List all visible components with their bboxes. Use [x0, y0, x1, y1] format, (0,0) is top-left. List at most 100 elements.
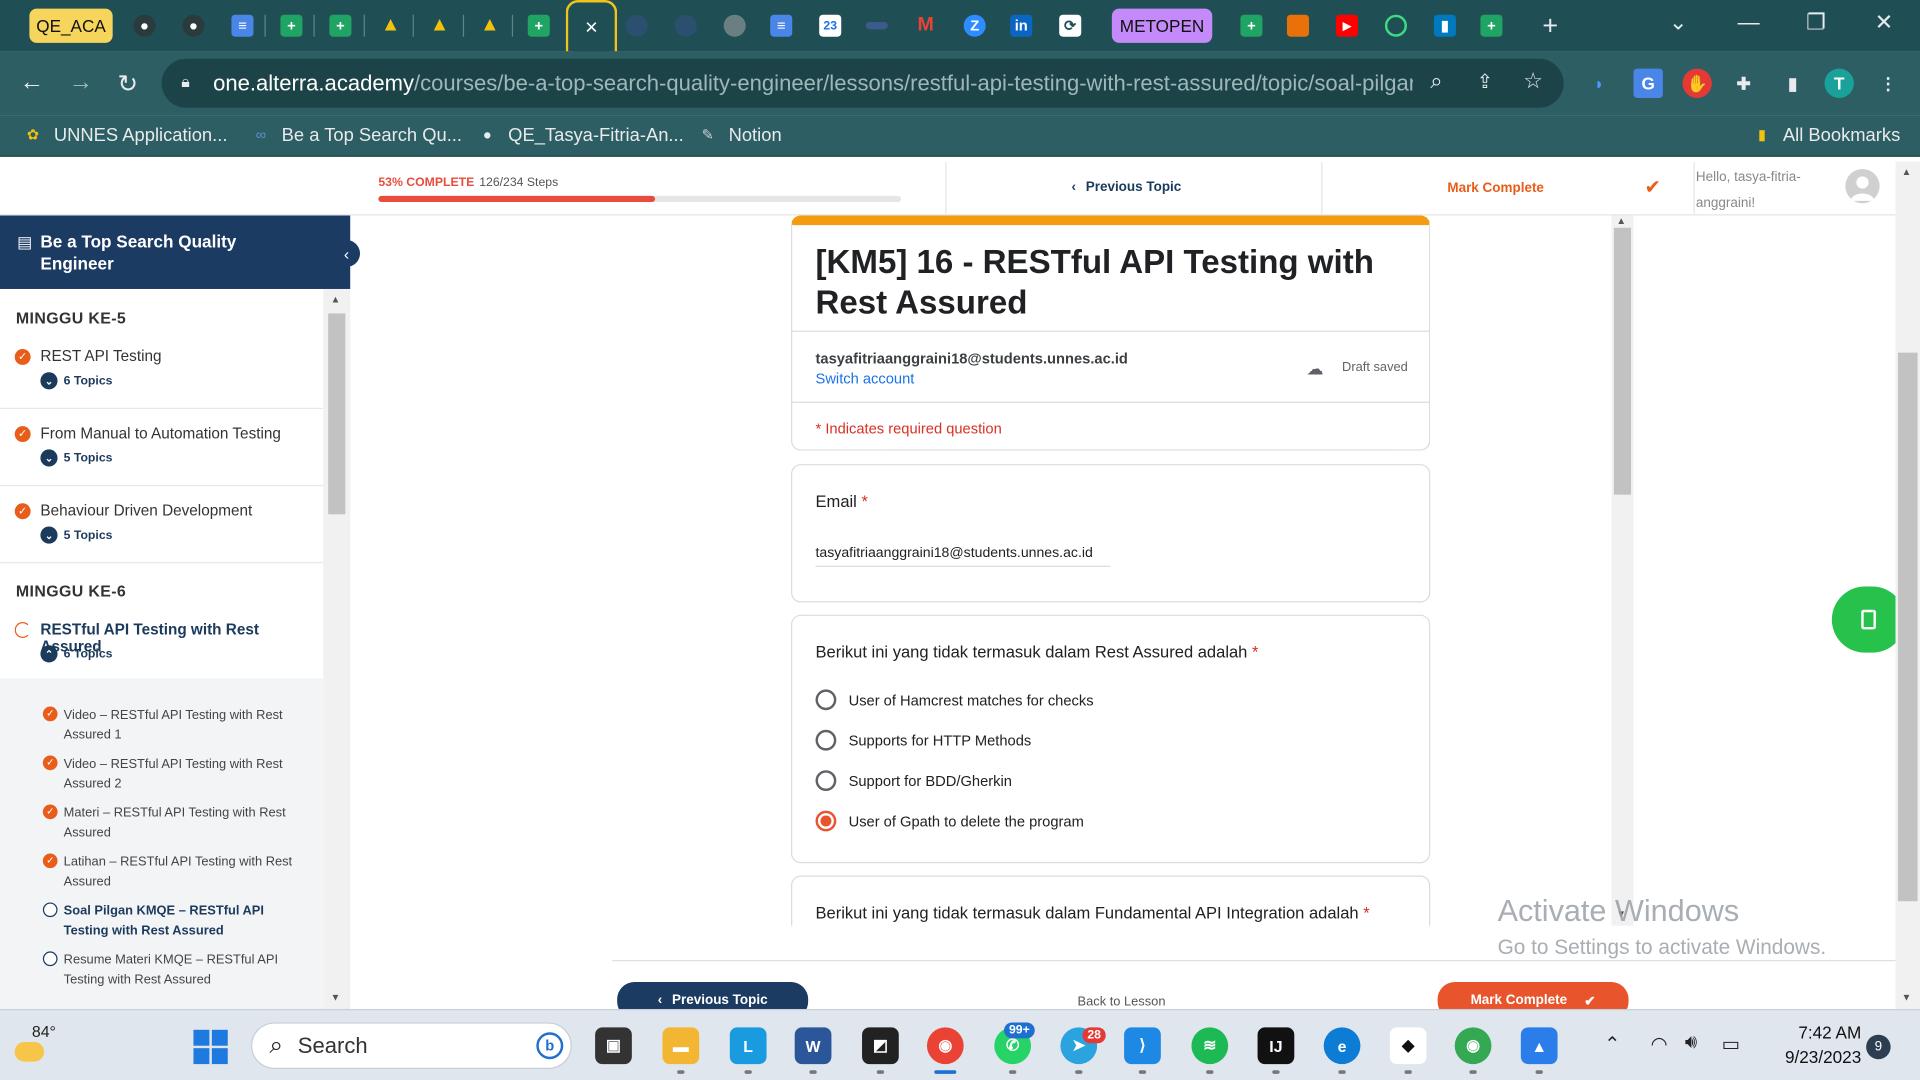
radio-option[interactable]: User of Hamcrest matches for checks: [815, 689, 1094, 711]
youtube-tab-icon[interactable]: ▶: [1332, 7, 1361, 44]
scroll-down-icon[interactable]: ▼: [1902, 992, 1912, 1003]
start-button[interactable]: [193, 1029, 228, 1065]
url-text[interactable]: one.alterra.academy/courses/be-a-top-sea…: [213, 70, 1413, 96]
github-tab-icon[interactable]: ●: [130, 7, 159, 44]
lock-icon[interactable]: 🔒︎: [181, 72, 189, 92]
email-field[interactable]: tasyafitriaanggraini18@students.unnes.ac…: [815, 546, 1111, 567]
calendar-tab-icon[interactable]: 23: [816, 7, 845, 44]
radio-option[interactable]: Support for BDD/Gherkin: [815, 770, 1012, 792]
close-window-icon[interactable]: ✕: [1875, 10, 1893, 36]
drive-tab-icon[interactable]: ▲: [475, 7, 504, 44]
share-icon[interactable]: ⇪: [1477, 70, 1493, 94]
side-panel-icon[interactable]: ▮: [1778, 69, 1807, 98]
site-tab-icon[interactable]: [671, 7, 700, 44]
radio-option-selected[interactable]: User of Gpath to delete the program: [815, 810, 1084, 832]
restore-icon[interactable]: ❐: [1806, 10, 1826, 36]
lesson-item[interactable]: ✓ REST API Testing ⌄ 6 Topics: [0, 348, 324, 409]
word-icon[interactable]: W: [794, 1027, 832, 1065]
radio-button[interactable]: [815, 689, 837, 711]
profile-avatar[interactable]: T: [1824, 68, 1854, 98]
spotify-icon[interactable]: ≋: [1191, 1027, 1229, 1065]
bing-icon[interactable]: b: [536, 1032, 564, 1060]
lesson-title[interactable]: REST API Testing: [40, 348, 161, 365]
volume-icon[interactable]: 🔊︎: [1685, 1032, 1697, 1054]
zoom-icon[interactable]: ⌕: [1430, 69, 1442, 95]
intellij-icon[interactable]: IJ: [1257, 1027, 1295, 1065]
avatar[interactable]: [1845, 168, 1880, 204]
photos-icon[interactable]: ▲: [1520, 1027, 1558, 1065]
wifi-icon[interactable]: ◠: [1651, 1032, 1668, 1056]
lesson-item-active[interactable]: RESTful API Testing with Rest Assured ⌃ 6…: [0, 621, 323, 675]
sheets-tab-icon[interactable]: +: [1477, 7, 1506, 44]
slides-tab-icon[interactable]: [1283, 7, 1312, 44]
topics-toggle[interactable]: ⌄ 6 Topics: [40, 372, 112, 390]
bookmark-item[interactable]: ✿ UNNES Application...: [22, 124, 228, 146]
docs-tab-icon[interactable]: ≡: [228, 7, 257, 44]
page-scrollbar[interactable]: ▲ ▼: [1895, 161, 1920, 1009]
drive-tab-icon[interactable]: ▲: [425, 7, 454, 44]
sticky-notes-icon[interactable]: ◩: [862, 1027, 899, 1065]
mark-complete-button[interactable]: Mark Complete ✔: [1437, 982, 1629, 1009]
site-tab-icon[interactable]: [622, 7, 651, 44]
gmail-tab-icon[interactable]: M: [911, 7, 940, 44]
mark-complete-link[interactable]: Mark Complete: [1447, 181, 1544, 196]
extension-icon[interactable]: ◗: [1585, 69, 1614, 98]
kebab-menu-icon[interactable]: ⋮: [1873, 69, 1902, 98]
lesson-item[interactable]: ✓ Behaviour Driven Development ⌄ 5 Topics: [0, 502, 324, 564]
sheets-tab-icon[interactable]: +: [524, 7, 553, 44]
clock[interactable]: 7:42 AM 9/23/2023: [1763, 1020, 1861, 1069]
extension-icon[interactable]: ✋: [1682, 68, 1712, 98]
radio-button-selected[interactable]: [815, 810, 837, 832]
bookmark-item[interactable]: ● QE_Tasya-Fitria-An...: [476, 124, 684, 146]
switch-account-link[interactable]: Switch account: [816, 370, 915, 387]
linkedin-tab-icon[interactable]: in: [1007, 7, 1036, 44]
site-tab-icon[interactable]: [1381, 7, 1410, 44]
bookmark-star-icon[interactable]: ☆: [1523, 69, 1543, 95]
back-icon[interactable]: ←: [20, 69, 44, 97]
scrollbar-thumb[interactable]: [1613, 227, 1632, 495]
chrome-icon[interactable]: ◉: [1454, 1027, 1492, 1065]
scroll-up-icon[interactable]: ▲: [1616, 216, 1626, 227]
puzzle-icon[interactable]: ✚: [1729, 69, 1758, 98]
app-icon[interactable]: L: [729, 1027, 767, 1065]
sheets-tab-icon[interactable]: +: [326, 7, 355, 44]
sheets-tab-icon[interactable]: +: [1237, 7, 1266, 44]
site-tab-icon[interactable]: ⟳: [1056, 7, 1085, 44]
zoom-tab-icon[interactable]: Z: [960, 7, 989, 44]
chrome-icon[interactable]: ◉: [926, 1027, 964, 1065]
app-icon[interactable]: ◆: [1389, 1027, 1427, 1065]
scroll-up-icon[interactable]: ▲: [1902, 167, 1912, 178]
sidebar-scrollbar[interactable]: ▲ ▼: [323, 288, 351, 1009]
radio-button[interactable]: [815, 729, 837, 751]
previous-topic-link[interactable]: ‹ Previous Topic: [1071, 180, 1181, 195]
forward-icon[interactable]: →: [69, 69, 93, 97]
active-tab[interactable]: ×: [565, 0, 618, 52]
bookmark-item[interactable]: ∞ Be a Top Search Qu...: [250, 124, 462, 146]
scrollbar-thumb[interactable]: [1897, 352, 1918, 902]
sheets-tab-icon[interactable]: +: [277, 7, 306, 44]
notification-badge[interactable]: 9: [1866, 1034, 1891, 1060]
reload-icon[interactable]: ↻: [118, 69, 139, 100]
site-tab-icon[interactable]: [862, 7, 891, 44]
scroll-up-icon[interactable]: ▲: [331, 294, 341, 305]
drive-tab-icon[interactable]: ▲: [376, 7, 405, 44]
radio-button[interactable]: [815, 770, 837, 792]
course-title[interactable]: Be a Top Search Quality Engineer: [40, 230, 285, 274]
globe-tab-icon[interactable]: [720, 7, 749, 44]
lesson-item[interactable]: ✓ From Manual to Automation Testing ⌄ 5 T…: [0, 425, 324, 487]
chevron-up-icon[interactable]: ⌃: [1604, 1032, 1620, 1056]
topics-toggle[interactable]: ⌄ 5 Topics: [40, 526, 112, 544]
task-view-icon[interactable]: ▣: [595, 1027, 632, 1065]
radio-option[interactable]: Supports for HTTP Methods: [815, 729, 1031, 751]
scrollbar-thumb[interactable]: [328, 313, 346, 515]
vscode-icon[interactable]: ⟩: [1124, 1027, 1161, 1065]
taskbar-search[interactable]: ⌕ Search b: [251, 1022, 572, 1069]
topics-toggle[interactable]: ⌃ 6 Topics: [40, 645, 112, 663]
minimize-icon[interactable]: —: [1738, 10, 1760, 36]
battery-icon[interactable]: ▭: [1722, 1032, 1741, 1056]
lesson-title[interactable]: Behaviour Driven Development: [40, 502, 252, 519]
tab-search-icon[interactable]: ⌄: [1669, 10, 1687, 36]
trello-tab-icon[interactable]: ▮: [1430, 7, 1459, 44]
address-bar[interactable]: 🔒︎ one.alterra.academy/courses/be-a-top-…: [161, 58, 1564, 108]
docs-tab-icon[interactable]: ≡: [767, 7, 796, 44]
